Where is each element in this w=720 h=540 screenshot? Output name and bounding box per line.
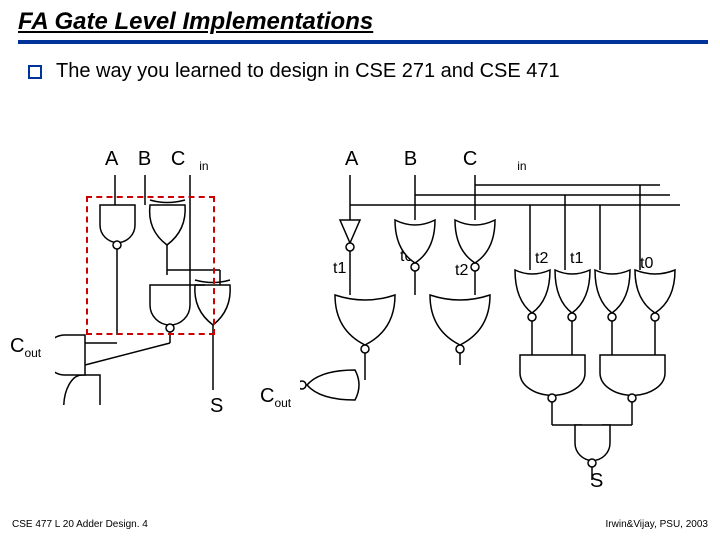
- title-rule: [18, 40, 708, 44]
- right-s-label: S: [590, 470, 603, 493]
- right-input-labels: A B Cin: [345, 148, 607, 173]
- bullet-row: The way you learned to design in CSE 271…: [28, 60, 560, 83]
- label-cin-r: Cin: [463, 148, 567, 170]
- left-cout-label: Cout: [10, 335, 41, 360]
- left-input-labels: A B Cin: [105, 148, 237, 173]
- left-s-label: S: [210, 395, 223, 418]
- footer-right: Irwin&Vijay, PSU, 2003: [606, 519, 708, 530]
- label-a: A: [105, 148, 118, 170]
- slide-root: FA Gate Level Implementations The way yo…: [0, 0, 720, 540]
- label-b: B: [138, 148, 151, 170]
- bullet-icon: [28, 65, 42, 79]
- label-b-r: B: [404, 148, 417, 170]
- highlight-box: [86, 196, 215, 335]
- right-circuit: [300, 175, 710, 495]
- right-cout-label: Cout: [260, 385, 291, 410]
- label-cin: Cin: [171, 148, 223, 170]
- slide-title: FA Gate Level Implementations: [18, 8, 373, 36]
- bullet-text: The way you learned to design in CSE 271…: [56, 60, 560, 83]
- footer-left: CSE 477 L 20 Adder Design. 4: [12, 519, 148, 530]
- label-a-r: A: [345, 148, 358, 170]
